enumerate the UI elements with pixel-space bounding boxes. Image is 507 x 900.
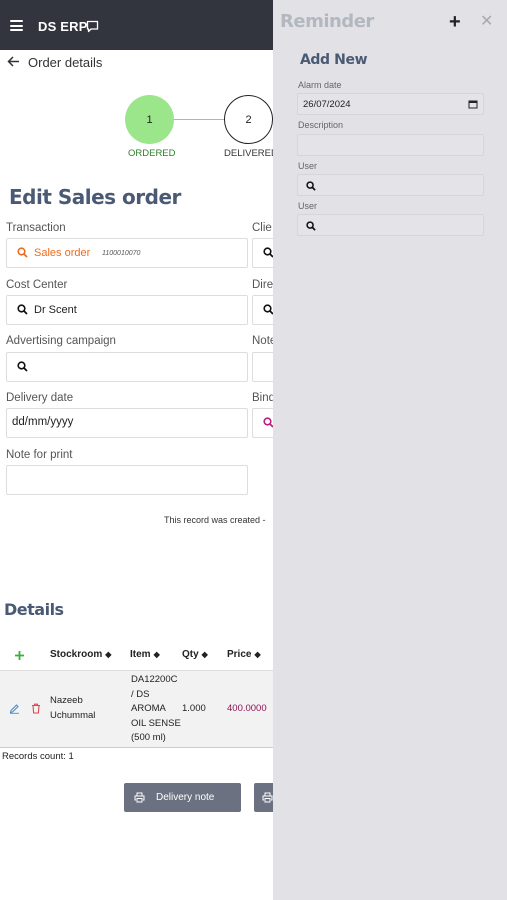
binding-label-clip: Bind (252, 392, 273, 406)
step-number: 1 (146, 113, 153, 126)
step-connector (174, 119, 224, 120)
reminder-title: Reminder (280, 11, 374, 32)
note-label: Note (252, 335, 273, 347)
user-label: User (298, 201, 318, 211)
step-label-ordered: ORDERED (128, 148, 176, 159)
print-icon (134, 792, 145, 803)
delivery-note-button[interactable]: Delivery note (124, 783, 241, 812)
app-title: DS ERP (38, 19, 88, 34)
print-icon (262, 792, 273, 803)
column-label: Stockroom (50, 649, 103, 660)
reminder-panel: Reminder + ✕ Add New Alarm date 26/07/20… (273, 0, 507, 900)
cell-item-line: AROMA (131, 703, 166, 714)
direction-label: Dire (252, 279, 273, 291)
user-field[interactable] (297, 174, 484, 196)
search-icon (17, 247, 28, 258)
sort-icon[interactable]: ◆ (105, 650, 111, 659)
created-text: This record was created - (164, 515, 266, 525)
page-subtitle: Order details (28, 55, 103, 70)
column-header-stockroom[interactable]: Stockroom ◆ (50, 649, 111, 660)
column-header-price[interactable]: Price ◆ (227, 649, 261, 660)
cell-price: 400.0000 (227, 703, 267, 714)
cell-item: DA12200C / DS AROMA OIL SENSE (500 ml) (131, 673, 181, 746)
client-label-clip: Clie (252, 222, 273, 236)
column-label: Price (227, 649, 252, 660)
advertising-label: Advertising campaign (6, 335, 116, 347)
search-icon (306, 181, 316, 191)
step-label-clip: DELIVERED (224, 146, 273, 162)
client-label: Clie (252, 222, 272, 234)
alarm-date-label: Alarm date (298, 80, 342, 90)
calendar-icon[interactable] (468, 99, 478, 109)
step-number: 2 (245, 113, 252, 126)
details-title: Details (4, 600, 64, 619)
column-header-qty[interactable]: Qty ◆ (182, 649, 208, 660)
form-title: Edit Sales order (9, 185, 181, 209)
plus-icon[interactable] (14, 650, 25, 661)
search-icon (17, 361, 28, 372)
delivery-note-label: Delivery note (156, 792, 215, 803)
step-label-delivered: DELIVERED (224, 148, 273, 159)
records-count: Records count: 1 (2, 751, 74, 762)
plus-icon[interactable]: + (449, 12, 461, 32)
chat-icon[interactable] (86, 20, 99, 33)
delivery-date-input[interactable]: dd/mm/yyyy (6, 408, 248, 438)
note-print-field[interactable] (6, 465, 248, 495)
search-icon (17, 304, 28, 315)
step-ordered[interactable]: 1 (125, 95, 174, 144)
advertising-field[interactable] (6, 352, 248, 382)
cell-qty: 1.000 (182, 703, 206, 714)
search-icon (306, 221, 316, 231)
cost-center-value: Dr Scent (34, 304, 77, 316)
direction-label-clip: Dire (252, 279, 273, 293)
page: DS ERP Order details 1 2 ORDERED DELIVER… (0, 0, 507, 900)
close-icon[interactable]: ✕ (480, 14, 493, 30)
menu-icon[interactable] (10, 20, 23, 31)
alarm-date-input[interactable]: 26/07/2024 (297, 93, 484, 115)
cost-center-field[interactable]: Dr Scent (6, 295, 248, 325)
cell-item-line: DA12200C (131, 674, 178, 685)
delivery-date-placeholder: dd/mm/yyyy (12, 416, 74, 428)
description-input[interactable] (297, 134, 484, 156)
alarm-date-value: 26/07/2024 (303, 99, 351, 110)
cell-item-line: / DS (131, 688, 150, 700)
back-arrow-icon[interactable] (7, 55, 20, 68)
description-label: Description (298, 120, 344, 130)
delivery-date-label: Delivery date (6, 392, 74, 404)
cell-item-line: OIL SENSE (131, 717, 181, 729)
cost-center-label: Cost Center (6, 279, 68, 291)
column-header-item[interactable]: Item ◆ (130, 649, 160, 660)
user-label: User (298, 161, 318, 171)
column-label: Item (130, 649, 151, 660)
step-delivered[interactable]: 2 (224, 95, 273, 144)
transaction-number: 1100010070 (102, 250, 141, 257)
transaction-label: Transaction (6, 222, 66, 234)
cell-stockroom: Nazeeb Uchummal (50, 695, 96, 721)
edit-icon[interactable] (9, 703, 20, 714)
trash-icon[interactable] (31, 703, 41, 714)
note-label-clip: Note (252, 335, 273, 349)
add-new-title: Add New (300, 52, 368, 68)
sort-icon[interactable]: ◆ (202, 650, 208, 659)
binding-label: Bind (252, 392, 273, 404)
column-label: Qty (182, 649, 199, 660)
transaction-field[interactable]: Sales order 1100010070 (6, 238, 248, 268)
sort-icon[interactable]: ◆ (154, 650, 160, 659)
user-field[interactable] (297, 214, 484, 236)
print-button[interactable] (254, 783, 273, 812)
created-text-clip: This record was created - (164, 513, 273, 527)
sort-icon[interactable]: ◆ (254, 650, 260, 659)
cell-item-line: (500 ml) (131, 732, 166, 743)
note-print-label: Note for print (6, 449, 73, 461)
transaction-value: Sales order (34, 247, 91, 259)
cell-price-clip: 400.0000 (227, 702, 273, 718)
